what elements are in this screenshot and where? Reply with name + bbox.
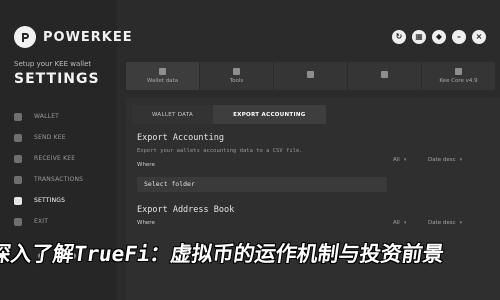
logo-mark-icon: [14, 26, 36, 48]
tab-icon: [381, 71, 388, 78]
exit-icon: [14, 217, 22, 226]
transactions-icon: [14, 175, 22, 184]
tab-label: Tools: [229, 78, 244, 84]
sort-value: Date desc: [428, 220, 456, 226]
sort-select[interactable]: Date desc ▾: [428, 220, 462, 226]
tools-icon: [233, 68, 240, 75]
sidebar-item-label: EXIT: [34, 218, 49, 225]
filter-select[interactable]: All ▾: [393, 157, 406, 163]
grid-icon[interactable]: ▦: [412, 30, 426, 44]
sort-select[interactable]: Date desc ▾: [428, 157, 462, 163]
topbar-icons: ↻ ▦ ◆ – ×: [392, 30, 486, 44]
wallet-data-panel: WALLET DATA EXPORT ACCOUNTING Export Acc…: [126, 98, 500, 300]
core-icon: [455, 68, 462, 75]
sidebar-item-transactions[interactable]: TRANSACTIONS: [14, 169, 109, 190]
sidebar-nav: WALLET SEND KEE RECEIVE KEE TRANSACTIONS…: [14, 106, 109, 232]
tab-icon: [307, 71, 314, 78]
tab-fourth[interactable]: [348, 62, 421, 90]
tab-label: Kee Core v4.9: [439, 78, 478, 84]
sidebar-item-settings[interactable]: SETTINGS: [14, 190, 109, 211]
blocks-icon[interactable]: ◆: [432, 30, 446, 44]
sidebar-item-label: TRANSACTIONS: [34, 176, 84, 183]
logo: POWERKEE: [14, 26, 133, 48]
sidebar-item-label: SEND KEE: [34, 134, 66, 141]
filter-value: All: [393, 157, 400, 163]
tab-kee-core[interactable]: Kee Core v4.9: [422, 62, 495, 90]
sort-value: Date desc: [428, 157, 456, 163]
subtabs: WALLET DATA EXPORT ACCOUNTING: [132, 105, 326, 124]
folder-input[interactable]: Select folder: [137, 177, 387, 192]
tab-third[interactable]: [274, 62, 347, 90]
close-icon[interactable]: ×: [472, 30, 486, 44]
tab-tools[interactable]: Tools: [200, 62, 273, 90]
where-label: Where: [137, 220, 155, 226]
subtab-export-accounting[interactable]: EXPORT ACCOUNTING: [213, 105, 326, 124]
settings-tabs: Wallet data Tools Kee Core v4.9: [126, 62, 500, 90]
gear-icon: [14, 196, 22, 205]
send-icon: [14, 133, 22, 142]
filter-value: All: [393, 220, 400, 226]
chevron-down-icon: ▾: [459, 220, 463, 226]
tab-label: Wallet data: [146, 78, 179, 84]
refresh-icon[interactable]: ↻: [392, 30, 406, 44]
filter-select[interactable]: All ▾: [393, 220, 406, 226]
sidebar-item-wallet[interactable]: WALLET: [14, 106, 109, 127]
tab-wallet-data[interactable]: Wallet data: [126, 62, 199, 90]
subtab-wallet-data[interactable]: WALLET DATA: [132, 105, 214, 124]
sidebar-item-send[interactable]: SEND KEE: [14, 127, 109, 148]
chevron-down-icon: ▾: [459, 157, 463, 163]
export-accounting-title: Export Accounting: [137, 133, 224, 143]
wallet-data-icon: [159, 68, 166, 75]
sidebar-title: SETTINGS: [14, 71, 100, 87]
where-label: Where: [137, 162, 155, 168]
export-address-book-title: Export Address Book: [137, 205, 235, 215]
sidebar-item-exit[interactable]: EXIT: [14, 211, 109, 232]
sidebar-item-receive[interactable]: RECEIVE KEE: [14, 148, 109, 169]
wallet-icon: [14, 112, 22, 121]
sidebar-item-label: RECEIVE KEE: [34, 155, 76, 162]
sidebar-subtitle: Setup your KEE wallet: [14, 60, 92, 68]
export-accounting-description: Export your wallets accounting data to a…: [137, 148, 303, 154]
sidebar-item-label: SETTINGS: [34, 197, 66, 204]
receive-icon: [14, 154, 22, 163]
overlay-caption: 深入了解TrueFi：虚拟币的运作机制与投资前景: [0, 242, 446, 266]
sidebar-item-label: WALLET: [34, 113, 60, 120]
chevron-down-icon: ▾: [403, 220, 407, 226]
chevron-down-icon: ▾: [403, 157, 407, 163]
brand-name: POWERKEE: [43, 29, 133, 45]
minimize-icon[interactable]: –: [452, 30, 466, 44]
